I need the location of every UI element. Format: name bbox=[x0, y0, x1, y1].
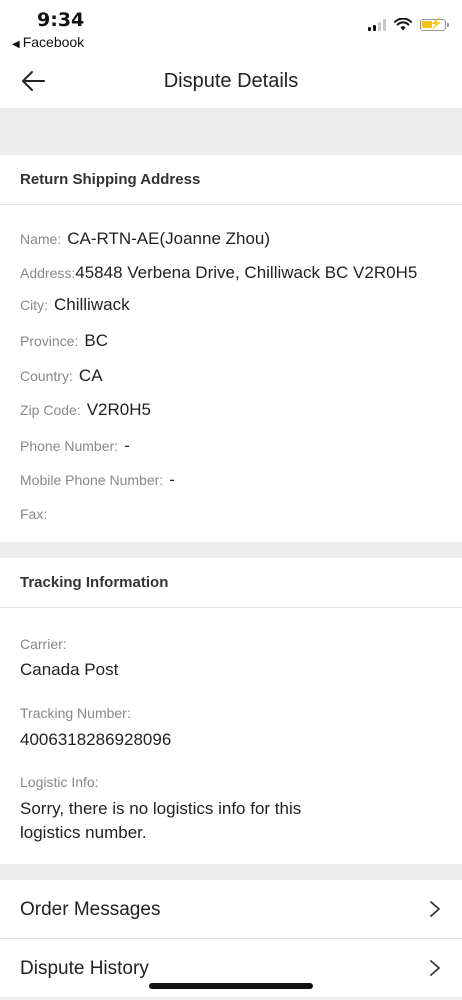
wifi-icon bbox=[394, 18, 412, 31]
fax-label: Fax: bbox=[20, 506, 48, 522]
zip-code-value: V2R0H5 bbox=[86, 400, 151, 419]
return-address-section: Return Shipping Address Name: CA-RTN-AE(J… bbox=[0, 155, 462, 542]
status-time: 9:34 bbox=[37, 9, 85, 31]
country-value: CA bbox=[78, 366, 103, 385]
order-messages-link[interactable]: Order Messages bbox=[0, 880, 462, 938]
nav-bar: Dispute Details bbox=[0, 54, 462, 108]
city-row: City: Chilliwack bbox=[20, 295, 130, 315]
city-value: Chilliwack bbox=[54, 295, 130, 314]
phone-label: Phone Number: bbox=[20, 438, 119, 454]
phone-value: - bbox=[124, 436, 130, 455]
back-app-label: Facebook bbox=[22, 34, 85, 50]
back-to-app-link[interactable]: ◀ Facebook bbox=[12, 34, 84, 50]
logistic-info-label: Logistic Info: bbox=[20, 774, 99, 790]
province-row: Province: BC bbox=[20, 331, 108, 351]
province-value: BC bbox=[84, 331, 108, 350]
phone-row: Phone Number: - bbox=[20, 436, 130, 456]
tracking-section: Tracking Information Carrier: Canada Pos… bbox=[0, 558, 462, 864]
mobile-phone-value: - bbox=[169, 470, 175, 489]
back-triangle-icon: ◀ bbox=[12, 39, 20, 50]
name-row: Name: CA-RTN-AE(Joanne Zhou) bbox=[20, 229, 270, 249]
tracking-number-label: Tracking Number: bbox=[20, 705, 131, 721]
page-title: Dispute Details bbox=[163, 70, 299, 92]
city-label: City: bbox=[20, 297, 48, 313]
home-indicator[interactable] bbox=[149, 983, 313, 989]
chevron-right-icon bbox=[430, 901, 440, 917]
status-icons: ⚡ bbox=[368, 18, 449, 31]
carrier-label: Carrier: bbox=[20, 636, 67, 652]
province-label: Province: bbox=[20, 333, 79, 349]
zip-code-row: Zip Code: V2R0H5 bbox=[20, 400, 151, 420]
address-label: Address: bbox=[20, 265, 76, 281]
name-label: Name: bbox=[20, 231, 62, 247]
status-bar: 9:34 ◀ Facebook ⚡ bbox=[0, 0, 462, 54]
name-value: CA-RTN-AE(Joanne Zhou) bbox=[67, 229, 271, 248]
carrier-value: Canada Post bbox=[20, 660, 119, 679]
battery-icon: ⚡ bbox=[420, 18, 449, 31]
tracking-heading: Tracking Information bbox=[0, 558, 462, 608]
tracking-number-value: 4006318286928096 bbox=[20, 730, 172, 749]
mobile-phone-row: Mobile Phone Number: - bbox=[20, 470, 175, 490]
mobile-phone-label: Mobile Phone Number: bbox=[20, 472, 164, 488]
country-label: Country: bbox=[20, 368, 73, 384]
zip-code-label: Zip Code: bbox=[20, 402, 81, 418]
cellular-signal-icon bbox=[368, 18, 386, 31]
order-messages-label: Order Messages bbox=[20, 899, 161, 920]
dispute-history-label: Dispute History bbox=[20, 958, 149, 979]
fax-row: Fax: bbox=[20, 504, 53, 524]
return-address-heading: Return Shipping Address bbox=[0, 155, 462, 205]
country-row: Country: CA bbox=[20, 366, 103, 386]
chevron-right-icon bbox=[430, 960, 440, 976]
logistic-info-value: Sorry, there is no logistics info for th… bbox=[20, 799, 302, 842]
address-row: Address:45848 Verbena Drive, Chilliwack … bbox=[20, 263, 417, 283]
address-value: 45848 Verbena Drive, Chilliwack BC V2R0H… bbox=[75, 263, 418, 282]
